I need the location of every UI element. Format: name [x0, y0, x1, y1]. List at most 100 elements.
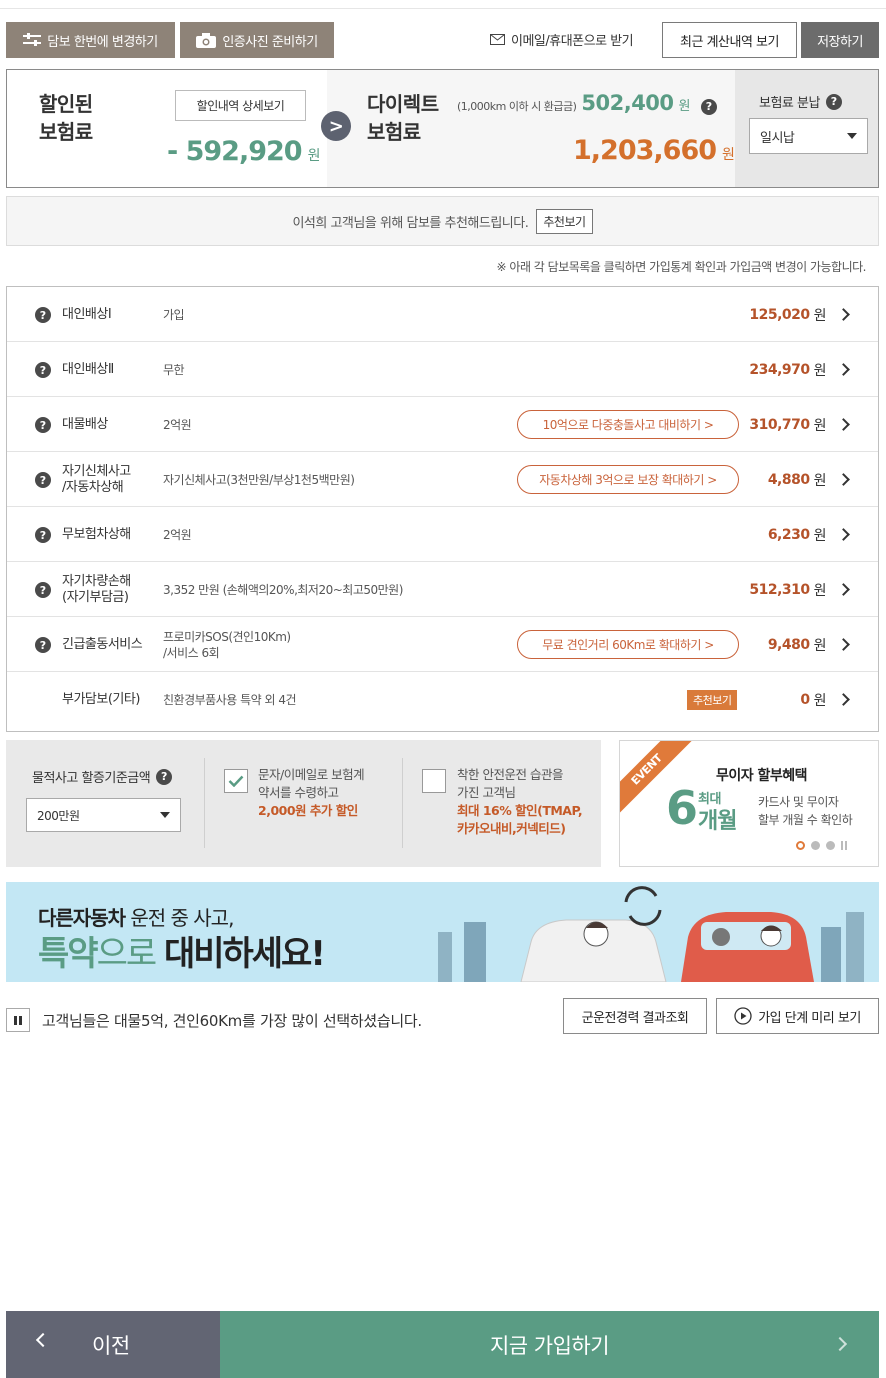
installment-help-icon[interactable]: ?	[825, 93, 842, 110]
coverage-row[interactable]: 부가담보(기타) 친환경부품사용 특약 외 4건 추천보기 0 원	[7, 672, 878, 727]
coverage-price-value: 0	[800, 691, 810, 708]
discount-detail-button[interactable]: 할인내역 상세보기	[175, 90, 306, 121]
coverage-detail: 2억원	[163, 417, 192, 432]
checkmark-icon	[228, 775, 244, 787]
coverage-name: 자기신체사고 /자동차상해	[62, 463, 131, 495]
event-card[interactable]: EVENT 무이자 할부혜택 6 최대 개월 카드사 및 무이자 할부 개월 수…	[619, 740, 879, 867]
pager-dot-active[interactable]	[796, 841, 805, 850]
coverage-price-value: 512,310	[749, 581, 810, 598]
chevron-right-icon	[837, 638, 850, 651]
coverage-price-won: 원	[813, 582, 827, 599]
coverage-upgrade-button[interactable]: 무료 견인거리 60Km로 확대하기 >	[517, 630, 739, 659]
safe-driving-checkbox[interactable]	[422, 769, 446, 793]
coverage-row[interactable]: ? 무보험차상해 2억원 6,230 원	[7, 507, 878, 562]
event-ribbon-text: EVENT	[628, 751, 665, 788]
coverage-help-icon[interactable]: ?	[35, 362, 51, 378]
coverage-price-won: 원	[813, 362, 827, 379]
change-coverage-button[interactable]: 담보 한번에 변경하기	[6, 22, 175, 58]
coverage-price: 512,310 원	[749, 562, 826, 617]
e-document-option: 문자/이메일로 보험계 약서를 수령하고 2,000원 추가 할인	[258, 766, 365, 820]
discount-title-line2: 보험료	[39, 120, 93, 144]
direct-amount-value: 1,203,660	[573, 135, 717, 166]
property-threshold-value: 200만원	[37, 808, 80, 823]
coverage-row[interactable]: ? 대인배상Ⅱ 무한 234,970 원	[7, 342, 878, 397]
coverage-row[interactable]: ? 자기신체사고 /자동차상해 자기신체사고(3천만원/부상1천5백만원) 자동차상해…	[7, 452, 878, 507]
save-button[interactable]: 저장하기	[801, 22, 879, 58]
coverage-row[interactable]: ? 자기차량손해 (자기부담금) 3,352 만원 (손해액의20%,최저20~최고…	[7, 562, 878, 617]
coverage-help-icon[interactable]: ?	[35, 472, 51, 488]
coverage-detail: 무한	[163, 362, 185, 377]
chevron-right-icon	[837, 473, 850, 486]
coverage-help-icon[interactable]: ?	[35, 582, 51, 598]
chevron-right-icon	[837, 583, 850, 596]
coverage-row[interactable]: ? 대물배상 2억원 10억으로 다중충돌사고 대비하기 > 310,770 원	[7, 397, 878, 452]
coverage-help-icon[interactable]: ?	[35, 307, 51, 323]
recent-calc-button[interactable]: 최근 계산내역 보기	[662, 22, 797, 58]
email-sms-link[interactable]: 이메일/휴대폰으로 받기	[490, 30, 634, 49]
recommend-button[interactable]: 추천보기	[536, 208, 593, 234]
installment-label-text: 보험료 분납	[759, 96, 820, 111]
installment-select[interactable]: 일시납	[749, 118, 868, 154]
options-panel: 물적사고 할증기준금액 ? 200만원 문자/이메일로 보험계 약서를 수령하고…	[6, 740, 601, 867]
coverage-price-value: 125,020	[749, 306, 810, 323]
chevron-right-icon	[837, 363, 850, 376]
prepare-photo-button[interactable]: 인증사진 준비하기	[180, 22, 334, 58]
recommend-tag[interactable]: 추천보기	[687, 690, 738, 710]
coverage-note: ※ 아래 각 담보목록을 클릭하면 가입통계 확인과 가입금액 변경이 가능합니…	[496, 260, 867, 274]
coverage-price-won: 원	[813, 417, 827, 434]
chevron-right-icon	[832, 1336, 848, 1352]
pager-dot[interactable]	[826, 841, 835, 850]
recommend-bar: 이석희 고객님을 위해 담보를 추천해드립니다. 추천보기	[6, 196, 879, 246]
chevron-left-icon	[35, 1332, 51, 1348]
military-driving-button[interactable]: 군운전경력 결과조회	[563, 998, 707, 1034]
refund-info: (1,000km 이하 시 환급금) 502,400 원 ?	[457, 91, 717, 115]
discount-won: 원	[307, 148, 321, 164]
sliders-icon	[23, 33, 42, 46]
coverage-name: 무보험차상해	[62, 526, 131, 542]
change-coverage-label: 담보 한번에 변경하기	[47, 34, 158, 50]
coverage-name: 대인배상Ⅱ	[62, 361, 114, 377]
chevron-down-icon	[847, 133, 857, 139]
coverage-row[interactable]: ? 긴급출동서비스 프로미카SOS(견인10Km) /서비스 6회 무료 견인거리 6…	[7, 617, 878, 672]
pager-dot[interactable]	[811, 841, 820, 850]
coverage-detail: 가입	[163, 307, 185, 322]
coverage-price: 125,020 원	[749, 287, 826, 342]
camera-icon	[196, 32, 217, 48]
top-divider	[0, 8, 886, 9]
coverage-upgrade-button[interactable]: 자동차상해 3억으로 보장 확대하기 >	[517, 465, 739, 494]
options-divider	[204, 758, 205, 848]
banner-line2-c: 대비	[163, 934, 225, 974]
preview-steps-button[interactable]: 가입 단계 미리 보기	[716, 998, 879, 1034]
prev-button[interactable]: 이전	[6, 1311, 220, 1378]
coverage-help-icon[interactable]: ?	[35, 637, 51, 653]
join-now-button[interactable]: 지금 가입하기	[220, 1311, 879, 1378]
join-now-label: 지금 가입하기	[489, 1333, 610, 1358]
discount-title: 할인된 보험료	[39, 90, 93, 146]
premium-summary: 할인된 보험료 할인내역 상세보기 - 592,920 원 > 다이렉트 보험료…	[6, 69, 879, 188]
property-threshold-select[interactable]: 200만원	[26, 798, 181, 832]
pager-pause-icon[interactable]	[841, 841, 847, 850]
property-help-icon[interactable]: ?	[156, 768, 173, 785]
coverage-row[interactable]: ? 대인배상Ⅰ 가입 125,020 원	[7, 287, 878, 342]
coverage-detail: 3,352 만원 (손해액의20%,최저20~최고50만원)	[163, 582, 403, 597]
pause-button[interactable]	[6, 1008, 30, 1032]
refund-help-icon[interactable]: ?	[701, 98, 717, 115]
event-pager	[796, 841, 847, 850]
coverage-price-value: 234,970	[749, 361, 810, 378]
e-document-checkbox[interactable]	[224, 769, 248, 793]
coverage-price: 0원	[800, 672, 826, 727]
direct-won: 원	[722, 147, 735, 163]
popular-choice-text: 고객님들은 대물5억, 견인60Km를 가장 많이 선택하셨습니다.	[42, 1011, 422, 1030]
direct-amount: 1,203,660 원	[573, 135, 735, 166]
chevron-right-icon	[837, 418, 850, 431]
military-driving-label: 군운전경력 결과조회	[581, 1010, 689, 1026]
safe-driving-option: 착한 안전운전 습관을 가진 고객님 최대 16% 할인(TMAP, 카카오내비…	[457, 766, 583, 838]
coverage-name: 긴급출동서비스	[62, 636, 143, 652]
coverage-name: 대물배상	[62, 416, 108, 432]
coverage-help-icon[interactable]: ?	[35, 417, 51, 433]
coverage-upgrade-button[interactable]: 10억으로 다중충돌사고 대비하기 >	[517, 410, 739, 439]
chevron-right-icon	[837, 308, 850, 321]
promo-banner[interactable]: 다른자동차 운전 중 사고, 특약으로 대비하세요!	[6, 882, 879, 982]
chevron-right-icon	[837, 528, 850, 541]
coverage-help-icon[interactable]: ?	[35, 527, 51, 543]
